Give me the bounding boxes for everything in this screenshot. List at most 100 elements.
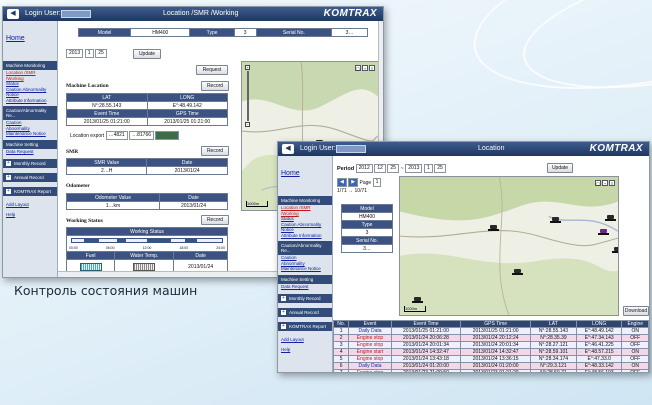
machine-marker[interactable] (512, 269, 523, 276)
table-cell: 2013/01/25 01:21:00 (390, 327, 462, 335)
sidebar-help[interactable]: Help (278, 347, 332, 353)
table-row[interactable]: 3 Engine stop 2013/01/24 20:01:34 2013/01/2… (332, 341, 649, 349)
machine-marker[interactable] (612, 247, 618, 254)
column-header[interactable]: LONG (575, 320, 623, 328)
location-record-button[interactable]: Record (201, 81, 229, 91)
location-export-row: Location export …4821 …81766 (70, 131, 180, 140)
to-year-select[interactable]: 2013 (405, 164, 423, 173)
table-row[interactable]: 2 Engine stop 2013/01/24 20:06:28 2013/01/2… (332, 334, 649, 342)
page-select[interactable]: 1 (372, 178, 382, 187)
year-select[interactable]: 2013 (66, 49, 84, 58)
login-user-field (336, 145, 366, 153)
map-fit-icon[interactable]: ▢ (595, 180, 601, 186)
odometer-title: Odometer (66, 183, 90, 189)
table-cell: E°:48.57.215 (575, 348, 623, 356)
machine-info-table: Model HM400 Type 3 Serial No. 3… (341, 204, 393, 253)
sidebar-item-attribute[interactable]: Attribute Information (278, 233, 332, 239)
request-button[interactable]: Request (196, 65, 228, 75)
column-header[interactable]: Event Time (390, 320, 462, 328)
zoom-in-icon[interactable]: + (245, 65, 250, 70)
period-selector: Period 2012 12 25 ~ 2013 1 25 (337, 164, 446, 173)
sidebar-item-data-request[interactable]: Data Request (278, 284, 332, 290)
table-row[interactable]: 5 Engine stop 2013/01/24 13:43:18 2013/01/2… (332, 355, 649, 363)
column-header[interactable]: Engine (621, 320, 649, 328)
table-cell: N°:28.35.39 (529, 334, 577, 342)
machine-marker[interactable] (550, 217, 561, 224)
column-header[interactable]: GPS Time (460, 320, 531, 328)
table-cell: Engine stop (348, 355, 392, 363)
sidebar-item-maintenance[interactable]: Maintenance Notice (278, 266, 332, 272)
export-field-2[interactable]: …81766 (129, 131, 155, 140)
machine-marker[interactable] (488, 225, 499, 232)
sidebar-annual-record[interactable]: + Annual Record (3, 173, 57, 182)
table-row[interactable]: 6 Daily Data 2013/01/24 01:20:00 2013/01/24… (332, 362, 649, 370)
table-cell: 2013/01/25 01:21:00 (460, 327, 531, 335)
next-page-icon[interactable]: ▶ (348, 178, 359, 187)
home-link[interactable]: Home (278, 156, 332, 193)
table-cell: E°:47.33.0 (575, 355, 623, 363)
zoom-out-icon[interactable]: − (245, 122, 250, 127)
column-header[interactable]: No. (332, 320, 350, 328)
location-map[interactable]: ▢ + ≡ 1000m (399, 176, 619, 316)
map-zoom-control: + − (245, 65, 250, 128)
table-cell: Engine stop (348, 334, 392, 342)
table-row[interactable]: 1 Daily Data 2013/01/25 01:21:00 2013/01/25… (332, 327, 649, 335)
month-select[interactable]: 1 (84, 49, 94, 58)
back-icon[interactable]: ◀ (7, 9, 19, 19)
sidebar-item-data-request[interactable]: Data Request (3, 149, 57, 155)
sidebar-monthly-record[interactable]: + Monthly Record (3, 159, 57, 168)
column-header[interactable]: Event (348, 320, 392, 328)
sidebar-add-layout[interactable]: Add Layout (3, 202, 57, 208)
from-year-select[interactable]: 2012 (355, 164, 373, 173)
column-header[interactable]: LAT (529, 320, 577, 328)
table-cell: 2013/01/24 01:20:00 (460, 362, 531, 370)
map-zoom-box-icon[interactable]: + (362, 65, 368, 71)
sidebar-item-attribute[interactable]: Attribute Information (3, 98, 57, 104)
zoom-slider[interactable] (246, 71, 249, 121)
smr-record-button[interactable]: Record (201, 146, 229, 156)
sidebar-help[interactable]: Help (3, 212, 57, 218)
sidebar-item-caution-notice[interactable]: Caution Abnormality Notice (3, 87, 57, 98)
sidebar-annual-record[interactable]: + Annual Record (278, 308, 332, 317)
day-select[interactable]: 25 (95, 49, 107, 58)
map-zoom-box-icon[interactable]: + (602, 180, 608, 186)
sidebar-item-location[interactable]: Location /SMR /Working (3, 70, 57, 81)
sidebar-item-location[interactable]: Location /SMR /Working (278, 205, 332, 216)
map-layer-icon[interactable]: ≡ (369, 65, 375, 71)
update-button[interactable]: Update (133, 49, 161, 59)
table-cell: OFF (621, 369, 649, 372)
table-cell: 2013/01/23 21:09:50 (390, 369, 462, 372)
to-month-select[interactable]: 1 (423, 164, 433, 173)
machine-marker[interactable] (605, 215, 616, 222)
komtrax-logo: KOMTRAX (589, 143, 643, 154)
table-row[interactable]: 4 Engine start 2013/01/24 14:32:47 2013/01/… (332, 348, 649, 356)
from-month-select[interactable]: 12 (374, 164, 386, 173)
home-link[interactable]: Home (3, 21, 57, 58)
back-icon[interactable]: ◀ (282, 144, 294, 154)
update-button[interactable]: Update (547, 163, 573, 173)
working-status-table: Working Status 00:00 06:00 12:00 18:00 24:00… (65, 227, 228, 274)
table-cell: N°:28.27.121 (529, 341, 577, 349)
sidebar-komtrax-report[interactable]: + KOMTRAX Report (278, 322, 332, 331)
table-cell: 2013/01/24 01:20:00 (390, 362, 462, 370)
expand-icon: + (281, 323, 286, 329)
to-day-select[interactable]: 25 (434, 164, 446, 173)
sidebar-item-maintenance[interactable]: Maintenance Notice (3, 131, 57, 137)
prev-page-icon[interactable]: ◀ (337, 178, 347, 187)
event-table: No. Event Event Time GPS Time LAT LONG Engine … (332, 320, 649, 372)
export-field-1[interactable]: …4821 (105, 131, 128, 140)
machine-marker[interactable] (412, 297, 423, 304)
from-day-select[interactable]: 25 (387, 164, 399, 173)
export-go-button[interactable] (155, 131, 180, 140)
sidebar-komtrax-report[interactable]: + KOMTRAX Report (3, 187, 57, 196)
sidebar-item-caution-notice[interactable]: Caution Abnormality Notice (278, 222, 332, 233)
working-record-button[interactable]: Record (201, 215, 229, 225)
machine-marker-selected[interactable] (598, 229, 609, 236)
map-layer-icon[interactable]: ≡ (609, 180, 615, 186)
table-row[interactable]: 7 Engine stop 2013/01/23 21:09:50 2013/01/2… (332, 369, 649, 372)
sidebar-add-layout[interactable]: Add Layout (278, 337, 332, 343)
sidebar-head-machine-setting: Machine Setting (278, 274, 332, 284)
map-fit-icon[interactable]: ▢ (355, 65, 361, 71)
download-button[interactable]: Download (623, 306, 649, 316)
sidebar-monthly-record[interactable]: + Monthly Record (278, 294, 332, 303)
